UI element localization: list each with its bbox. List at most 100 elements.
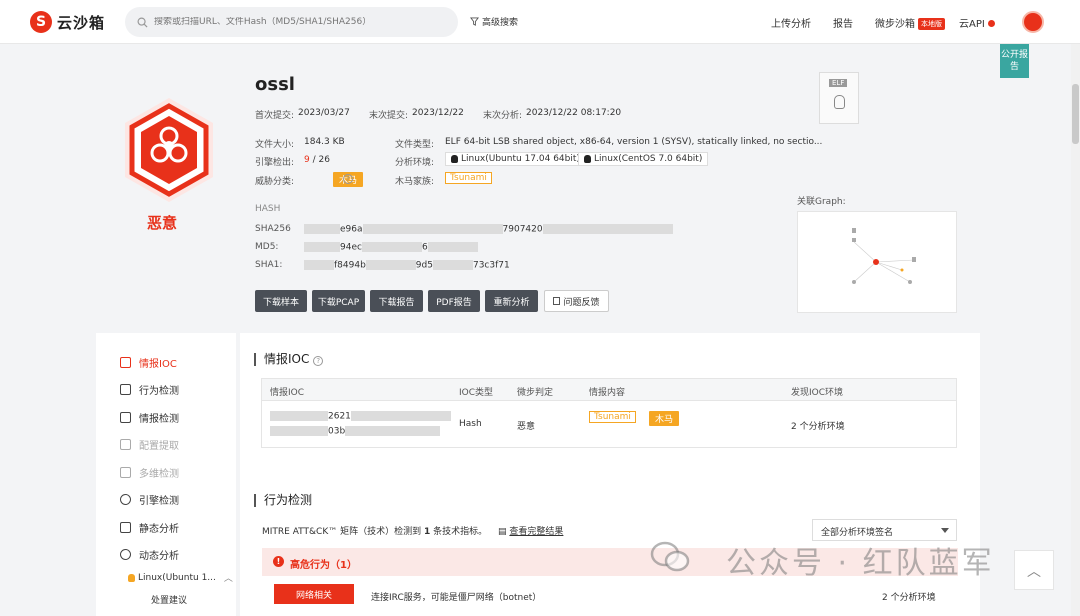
feedback-icon bbox=[553, 297, 561, 305]
reanalyze-button[interactable]: 重新分析 bbox=[485, 290, 538, 312]
sidebar-item-dynamic[interactable]: 动态分析 bbox=[120, 547, 179, 562]
ioc-type: Hash bbox=[459, 419, 482, 429]
sidebar-item-multi[interactable]: 多维检测 bbox=[120, 465, 179, 480]
sidebar-item-ioc[interactable]: 情报IOC bbox=[120, 355, 177, 370]
nav-report[interactable]: 报告 bbox=[833, 15, 853, 30]
download-report-button[interactable]: 下载报告 bbox=[370, 290, 423, 312]
sidebar-item-label: 静态分析 bbox=[139, 524, 179, 535]
ioc-table-header: 情报IOC IOC类型 微步判定 情报内容 发现IOC环境 bbox=[262, 379, 956, 401]
last-submit-value: 2023/12/22 bbox=[412, 108, 464, 118]
ioc-family-tag[interactable]: Tsunami bbox=[589, 411, 636, 423]
scrollbar[interactable] bbox=[1071, 44, 1080, 616]
sidebar-item-label: 动态分析 bbox=[139, 551, 179, 562]
sha1-value[interactable]: f8494b 9d5 73c3f71 bbox=[304, 260, 510, 271]
nav-cloud-api-label: 云API bbox=[959, 19, 985, 30]
avatar[interactable] bbox=[1022, 11, 1044, 33]
advanced-search-link[interactable]: 高级搜索 bbox=[470, 15, 518, 28]
cycle-icon bbox=[120, 549, 131, 560]
ioc-value[interactable]: 2621 bbox=[270, 411, 451, 422]
size-value: 184.3 KB bbox=[304, 137, 345, 147]
chevron-up-icon: ︿ bbox=[1027, 564, 1041, 580]
logo[interactable]: S 云沙箱 bbox=[30, 10, 105, 34]
first-submit-label: 首次提交: bbox=[255, 111, 295, 121]
scrollbar-thumb[interactable] bbox=[1072, 84, 1079, 144]
engine-total: / 26 bbox=[312, 155, 330, 165]
search-icon bbox=[137, 17, 148, 28]
sidebar-item-label: 情报检测 bbox=[139, 414, 179, 425]
verdict-label: 恶意 bbox=[147, 214, 178, 232]
env-tag-ubuntu[interactable]: Linux(Ubuntu 17.04 64bit) bbox=[445, 152, 586, 166]
filter-icon bbox=[470, 17, 479, 26]
env-signature-value: 全部分析环境签名 bbox=[821, 528, 894, 538]
sidebar-item-behavior[interactable]: 行为检测 bbox=[120, 382, 179, 397]
watermark-text: 公众号 · 红队蓝军 bbox=[726, 546, 995, 581]
relation-graph[interactable] bbox=[797, 211, 957, 313]
feedback-button[interactable]: 问题反馈 bbox=[544, 290, 609, 312]
search-box[interactable] bbox=[125, 7, 458, 37]
high-risk-label: 高危行为（1） bbox=[290, 560, 357, 571]
mitre-count: 1 bbox=[423, 527, 431, 537]
ioc-section-title: 情报IOC ? bbox=[254, 352, 324, 366]
chevron-down-icon bbox=[941, 528, 949, 533]
md5-part-a: 94ec bbox=[340, 242, 362, 253]
help-icon[interactable]: ? bbox=[313, 356, 324, 366]
sidebar-item-label: 多维检测 bbox=[139, 469, 179, 480]
help-icon[interactable]: ? bbox=[343, 174, 353, 184]
family-tag[interactable]: Tsunami bbox=[445, 172, 492, 184]
mitre-post: 条技术指标。 bbox=[433, 527, 488, 537]
view-all-link[interactable]: 查看完整结果 bbox=[509, 527, 563, 537]
sidebar-item-label: 情报IOC bbox=[139, 359, 177, 370]
linux-icon bbox=[451, 155, 458, 163]
top-bar: S 云沙箱 高级搜索 上传分析 报告 微步沙箱本地版 云API bbox=[0, 0, 1080, 44]
col-env: 发现IOC环境 bbox=[791, 388, 844, 398]
col-ioc: 情报IOC bbox=[270, 388, 305, 398]
last-analysis-label: 末次分析: bbox=[483, 111, 523, 121]
md5-value[interactable]: 94ec 6 bbox=[304, 242, 478, 253]
ioc-verdict: 恶意 bbox=[517, 422, 536, 432]
file-summary: 恶意 ossl 首次提交: 2023/03/27 末次提交: 2023/12/2… bbox=[96, 44, 980, 330]
engine-value: 9 / 26 bbox=[304, 155, 330, 165]
sidebar-sub-env[interactable]: Linux(Ubuntu 1... ︿ bbox=[128, 571, 233, 584]
mitre-summary: MITRE ATT&CK™ 矩阵（技术）检测到 1 条技术指标。 ▤ 查看完整结… bbox=[262, 524, 563, 537]
back-to-top-button[interactable]: ︿ bbox=[1014, 550, 1054, 590]
search-icon bbox=[120, 467, 131, 478]
pdf-report-button[interactable]: PDF报告 bbox=[428, 290, 480, 312]
network-behavior-desc: 连接IRC服务，可能是僵尸网络（botnet） bbox=[371, 593, 542, 603]
sidebar-item-label: 引擎检测 bbox=[139, 496, 179, 507]
ioc-title-label: 情报IOC bbox=[264, 352, 310, 366]
behavior-section-title: 行为检测 bbox=[254, 494, 312, 507]
sidebar-sub-advice[interactable]: 处置建议 bbox=[151, 593, 187, 606]
sidebar-item-static[interactable]: 静态分析 bbox=[120, 520, 179, 535]
network-category-button[interactable]: 网络相关 bbox=[274, 584, 354, 604]
nav-local-sandbox[interactable]: 微步沙箱 本地版 bbox=[875, 15, 945, 30]
download-sample-button[interactable]: 下载样本 bbox=[255, 290, 307, 312]
warning-icon: ! bbox=[273, 556, 284, 567]
env-tag-centos-label: Linux(CentOS 7.0 64bit) bbox=[594, 154, 703, 164]
sidebar-sub-env-label: Linux(Ubuntu 1... bbox=[138, 572, 216, 583]
env-tag-centos[interactable]: Linux(CentOS 7.0 64bit) bbox=[578, 152, 709, 166]
nav-cloud-api[interactable]: 云API bbox=[959, 15, 995, 30]
public-report-button[interactable]: 公开报告 bbox=[1000, 44, 1029, 78]
sidebar-item-config[interactable]: 配置提取 bbox=[120, 437, 179, 452]
env-label: 分析环境: bbox=[395, 158, 435, 168]
ioc-part-b: 03b bbox=[328, 426, 346, 437]
threat-label: 威胁分类: bbox=[255, 177, 295, 187]
sidebar-item-label: 行为检测 bbox=[139, 386, 179, 397]
nav-local-sandbox-label: 微步沙箱 bbox=[875, 19, 915, 30]
hash-heading: HASH bbox=[255, 204, 281, 214]
download-pcap-button[interactable]: 下载PCAP bbox=[312, 290, 365, 312]
sha256-value[interactable]: e96a 7907420 bbox=[304, 224, 673, 235]
sidebar-item-engine[interactable]: 引擎检测 bbox=[120, 492, 179, 507]
search-input[interactable] bbox=[154, 17, 434, 27]
last-analysis-value: 2023/12/22 08:17:20 bbox=[526, 108, 622, 118]
size-label: 文件大小: bbox=[255, 140, 295, 150]
document-icon bbox=[120, 522, 131, 533]
biohazard-shield-icon bbox=[125, 98, 213, 202]
sidebar-item-intel-detect[interactable]: 情报检测 bbox=[120, 410, 179, 425]
linux-icon bbox=[128, 573, 135, 582]
feedback-label: 问题反馈 bbox=[563, 297, 600, 308]
nav-upload[interactable]: 上传分析 bbox=[771, 15, 811, 30]
engine-icon bbox=[120, 494, 131, 505]
col-content: 情报内容 bbox=[589, 388, 626, 398]
col-type: IOC类型 bbox=[459, 388, 494, 398]
